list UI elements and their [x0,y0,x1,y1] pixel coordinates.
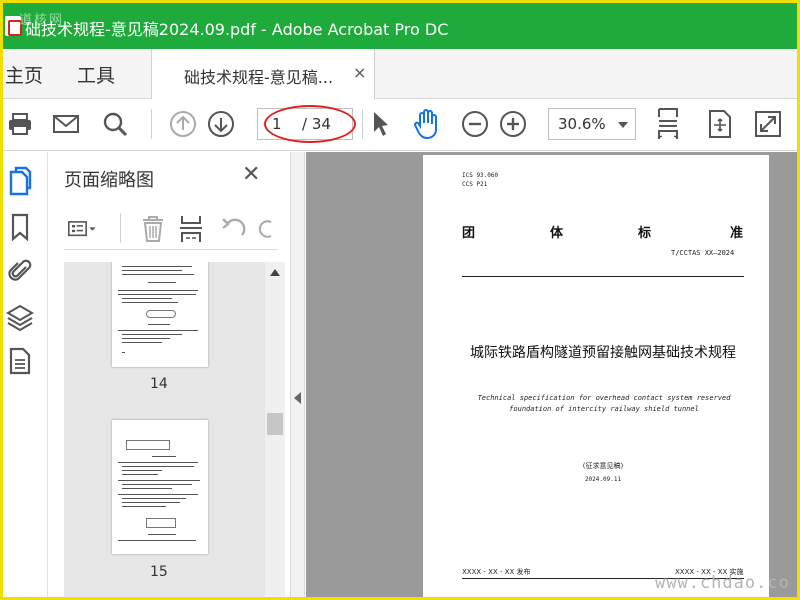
zoom-in-icon[interactable] [496,107,530,141]
document-title: 城际铁路盾构隧道预留接触网基础技术规程 [470,345,736,361]
thumbnail-page-14[interactable] [112,262,208,367]
ccs-code: CCS P21 [462,181,488,188]
zoom-value: 30.6% [558,115,606,133]
heading-char: 准 [730,226,744,241]
window-title: 础技术规程-意见稿2024.09.pdf - Adobe Acrobat Pro… [25,20,449,39]
close-tab-icon[interactable]: × [353,63,366,82]
undo-icon[interactable] [219,214,249,244]
heading-char: 团 [462,226,476,241]
scrollbar-thumb[interactable] [267,413,283,435]
pages-icon[interactable] [5,166,35,196]
menu-tools[interactable]: 工具 [77,61,115,88]
delete-icon[interactable] [138,214,168,244]
options-icon[interactable] [68,214,98,244]
toolbar-divider [151,109,152,139]
thumbnail-toolbar [64,210,278,250]
pdf-page: ICS 93.060 CCS P21 团 体 标 准 T/CCTAS XX—20… [423,155,769,597]
insert-page-icon[interactable] [176,214,206,244]
menu-home[interactable]: 主页 [5,61,43,88]
document-icon[interactable] [5,346,35,376]
chevron-down-icon [618,122,628,128]
toolbar-divider [120,213,121,243]
close-panel-icon[interactable]: ✕ [242,162,260,187]
rotate-icon[interactable] [254,214,278,244]
standard-code: T/CCTAS XX—2024 [671,249,735,257]
heading-char: 体 [550,226,564,241]
layers-icon[interactable] [5,302,35,332]
page-down-icon[interactable] [204,107,238,141]
zoom-out-icon[interactable] [458,107,492,141]
heading-char: 标 [638,226,652,241]
collapse-arrow-icon[interactable] [294,392,301,404]
document-canvas: ICS 93.060 CCS P21 团 体 标 准 T/CCTAS XX—20… [306,152,797,597]
select-arrow-icon[interactable] [363,107,397,141]
thumbnail-page-number: 15 [150,564,168,580]
panel-title: 页面缩略图 [64,170,154,191]
title-bar: 道核网 础技术规程-意见稿2024.09.pdf - Adobe Acrobat… [3,3,797,49]
acrobat-window: 道核网 础技术规程-意见稿2024.09.pdf - Adobe Acrobat… [3,3,797,597]
ics-code: ICS 93.060 [462,172,499,179]
thumbnail-page-number: 14 [150,376,168,392]
print-icon[interactable] [3,107,37,141]
english-title: Technical specification for overhead con… [477,394,731,413]
document-tab-label: 础技术规程-意见稿... [184,68,334,87]
site-watermark: www.chdao.co [655,573,790,593]
header-rule [462,276,744,277]
scroll-up-icon[interactable] [270,269,280,276]
navigation-rail [3,152,48,597]
panel-collapse-strip[interactable] [290,152,305,597]
search-icon[interactable] [98,107,132,141]
draft-label: (征求意见稿) [582,462,624,470]
fit-page-icon[interactable] [651,107,685,141]
full-screen-icon[interactable] [703,107,737,141]
page-thumbnails-panel: 页面缩略图 ✕ 14 15 [49,152,289,597]
thumbnail-list: 14 15 [64,262,266,597]
document-tab[interactable]: 础技术规程-意见稿... × [151,49,375,99]
hand-icon[interactable] [410,107,444,141]
thumbnail-page-15[interactable] [112,420,208,554]
page-up-icon[interactable] [166,107,200,141]
document-date: 2024.09.11 [584,476,622,483]
menu-tab-bar: 主页 工具 础技术规程-意见稿... × [3,49,797,99]
main-toolbar: 1 / 34 30.6% [3,99,797,151]
annotation-ellipse [264,105,356,143]
thumbnail-scrollbar[interactable] [265,262,285,597]
expand-icon[interactable] [751,107,785,141]
publish-date: XXXX - XX - XX 发布 [462,568,531,576]
mail-icon[interactable] [49,107,83,141]
bookmark-icon[interactable] [5,212,35,242]
zoom-dropdown[interactable]: 30.6% [548,108,636,140]
attachment-icon[interactable] [5,256,35,286]
